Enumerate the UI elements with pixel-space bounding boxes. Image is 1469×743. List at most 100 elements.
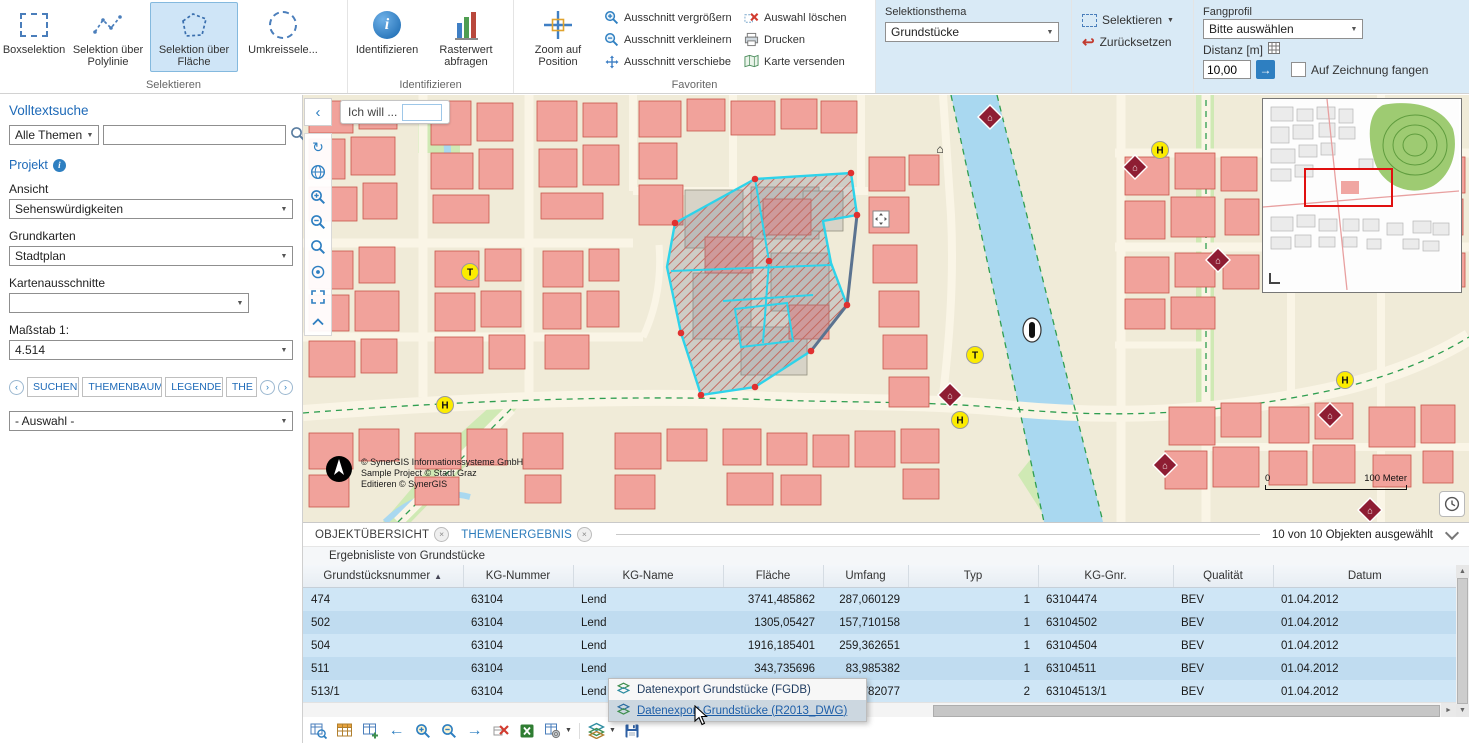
save-button[interactable] — [623, 721, 642, 740]
massstab-dropdown[interactable]: 4.514 ▼ — [9, 340, 293, 360]
grid-icon[interactable] — [1268, 42, 1280, 57]
selektieren-menu-button[interactable]: Selektieren ▼ — [1072, 9, 1193, 31]
table-row[interactable]: 51163104Lend343,73569683,985382163104511… — [303, 657, 1456, 680]
overview-map[interactable] — [1262, 98, 1462, 293]
column-header[interactable]: KG-Name — [573, 565, 723, 588]
ausschnitt-verkleinern-button[interactable]: Ausschnitt verkleinern — [600, 30, 740, 49]
column-header[interactable]: Typ — [908, 565, 1038, 588]
table-horizontal-scrollbar[interactable]: ► — [303, 702, 1456, 717]
auswahl-dropdown[interactable]: - Auswahl - ▼ — [9, 411, 293, 431]
search-input[interactable] — [103, 125, 286, 145]
tab-legende[interactable]: LEGENDE — [165, 377, 223, 397]
auswahl-loeschen-button[interactable]: Auswahl löschen — [740, 8, 866, 27]
svg-text:⌂: ⌂ — [1215, 256, 1220, 266]
zoom-window-icon[interactable] — [308, 237, 328, 257]
column-header[interactable]: Umfang — [823, 565, 908, 588]
ich-will-input[interactable] — [402, 104, 442, 121]
grundkarten-dropdown[interactable]: Stadtplan ▼ — [9, 246, 293, 266]
distanz-input[interactable] — [1203, 60, 1251, 79]
history-clock-button[interactable] — [1439, 491, 1465, 517]
map-viewport[interactable]: ⌂ ⌂ ⌂ ⌂ ⌂ ⌂ ⌂ ⌂ T T H H H H ‹ ↻ — [303, 95, 1469, 522]
tab-themenergebnis[interactable]: THEMENERGEBNIS × — [461, 527, 592, 542]
themen-dropdown[interactable]: Alle Themen ▼ — [9, 125, 99, 145]
tab-objektuebersicht[interactable]: OBJEKTÜBERSICHT × — [315, 527, 449, 542]
column-header[interactable]: Qualität — [1173, 565, 1273, 588]
tabs-scroll-right-icon[interactable]: › — [260, 380, 275, 395]
zoom-in-icon[interactable] — [308, 187, 328, 207]
table-cell: 63104504 — [1038, 634, 1173, 657]
zoom-to-selected-button[interactable] — [413, 721, 432, 740]
scrollbar-thumb[interactable] — [1457, 578, 1468, 704]
selektion-polylinie-button[interactable]: Selektion über Polylinie — [66, 2, 150, 72]
chevron-down-icon[interactable]: ▼ — [565, 727, 572, 734]
full-extent-icon[interactable] — [308, 287, 328, 307]
apply-distance-button[interactable]: → — [1256, 60, 1275, 79]
excel-export-button[interactable] — [517, 721, 536, 740]
table-button[interactable] — [335, 721, 354, 740]
tabs-scroll-left-icon[interactable]: ‹ — [9, 380, 24, 395]
append-table-button[interactable] — [361, 721, 380, 740]
tab-themen[interactable]: THE — [226, 377, 257, 397]
zoom-out-selected-button[interactable] — [439, 721, 458, 740]
kartenausschnitte-dropdown[interactable]: ▼ — [9, 293, 249, 313]
scroll-down-icon[interactable]: ▼ — [1456, 704, 1469, 717]
collapse-up-icon[interactable] — [308, 312, 328, 332]
ausschnitt-vergroessern-button[interactable]: Ausschnitt vergrößern — [600, 8, 740, 27]
globe-icon[interactable] — [308, 162, 328, 182]
karte-versenden-button[interactable]: Karte versenden — [740, 52, 866, 71]
refresh-icon[interactable]: ↻ — [308, 137, 328, 157]
scroll-up-icon[interactable]: ▲ — [1456, 565, 1469, 578]
context-menu-item-r2013-dwg[interactable]: Datenexport Grundstücke (R2013_DWG) — [609, 700, 866, 721]
clear-table-selection-button[interactable] — [491, 721, 510, 740]
tabs-more-icon[interactable]: › — [278, 380, 293, 395]
column-header[interactable]: KG-Gnr. — [1038, 565, 1173, 588]
center-map-icon[interactable] — [308, 262, 328, 282]
info-icon[interactable]: i — [53, 159, 66, 172]
close-icon[interactable]: × — [434, 527, 449, 542]
drucken-button[interactable]: Drucken — [740, 30, 866, 49]
ribbon-group-identifizieren: i Identifizieren Rasterwert abfragen Ide… — [347, 0, 513, 93]
monument-marker — [1023, 318, 1041, 342]
panel-collapse-icon[interactable] — [1445, 526, 1459, 540]
fangprofil-dropdown[interactable]: Bitte auswählen ▼ — [1203, 19, 1363, 39]
scroll-right-icon[interactable]: ► — [1441, 703, 1456, 717]
table-row[interactable]: 47463104Lend3741,485862287,0601291631044… — [303, 588, 1456, 612]
ich-will-widget[interactable]: Ich will ... — [340, 100, 450, 124]
ansicht-dropdown[interactable]: Sehenswürdigkeiten ▼ — [9, 199, 293, 219]
tab-suchen[interactable]: SUCHEN — [27, 377, 79, 397]
menu-item-label: Datenexport Grundstücke (FGDB) — [637, 684, 811, 696]
column-header[interactable]: Datum — [1273, 565, 1456, 588]
open-table-button[interactable] — [309, 721, 328, 740]
boxselektion-button[interactable]: Boxselektion — [2, 2, 66, 72]
chevron-down-icon[interactable]: ▼ — [609, 727, 616, 734]
column-header[interactable]: Fläche — [723, 565, 823, 588]
previous-record-button[interactable]: ← — [387, 721, 406, 740]
data-export-button[interactable] — [587, 721, 606, 740]
table-settings-button[interactable] — [543, 721, 562, 740]
column-header[interactable]: KG-Nummer — [463, 565, 573, 588]
scrollbar-thumb[interactable] — [933, 705, 1440, 717]
column-header[interactable]: Grundstücksnummer▲ — [303, 565, 463, 588]
selektionsthema-dropdown[interactable]: Grundstücke ▼ — [885, 22, 1059, 42]
rasterwert-abfragen-button[interactable]: Rasterwert abfragen — [424, 2, 508, 72]
close-icon[interactable]: × — [577, 527, 592, 542]
distanz-input-row: → Auf Zeichnung fangen — [1194, 57, 1469, 79]
selektion-flaeche-button[interactable]: Selektion über Fläche — [150, 2, 238, 72]
table-cell: 259,362651 — [823, 634, 908, 657]
identifizieren-button[interactable]: i Identifizieren — [350, 2, 424, 72]
ausschnitt-verschieben-button[interactable]: Ausschnitt verschiebe — [600, 52, 740, 71]
tab-themenbaum[interactable]: THEMENBAUM — [82, 377, 162, 397]
zoom-out-icon[interactable] — [308, 212, 328, 232]
table-row[interactable]: 50463104Lend1916,185401259,3626511631045… — [303, 634, 1456, 657]
table-row[interactable]: 513/163104Lend1,782077263104513/1BEV01.0… — [303, 680, 1456, 703]
zuruecksetzen-button[interactable]: ↩ Zurücksetzen — [1072, 31, 1193, 53]
table-vertical-scrollbar[interactable]: ▲ ▼ — [1456, 565, 1469, 717]
zoom-auf-position-button[interactable]: Zoom auf Position — [516, 2, 600, 72]
context-menu-item-fgdb[interactable]: Datenexport Grundstücke (FGDB) — [609, 679, 866, 700]
sidebar-collapse-button[interactable]: ‹ — [304, 98, 332, 126]
umkreisselektion-button[interactable]: Umkreissele... — [238, 2, 328, 72]
table-cell: 01.04.2012 — [1273, 588, 1456, 612]
table-row[interactable]: 50263104Lend1305,05427157,71015816310450… — [303, 611, 1456, 634]
next-record-button[interactable]: → — [465, 721, 484, 740]
auf-zeichnung-fangen-checkbox[interactable] — [1291, 62, 1306, 77]
